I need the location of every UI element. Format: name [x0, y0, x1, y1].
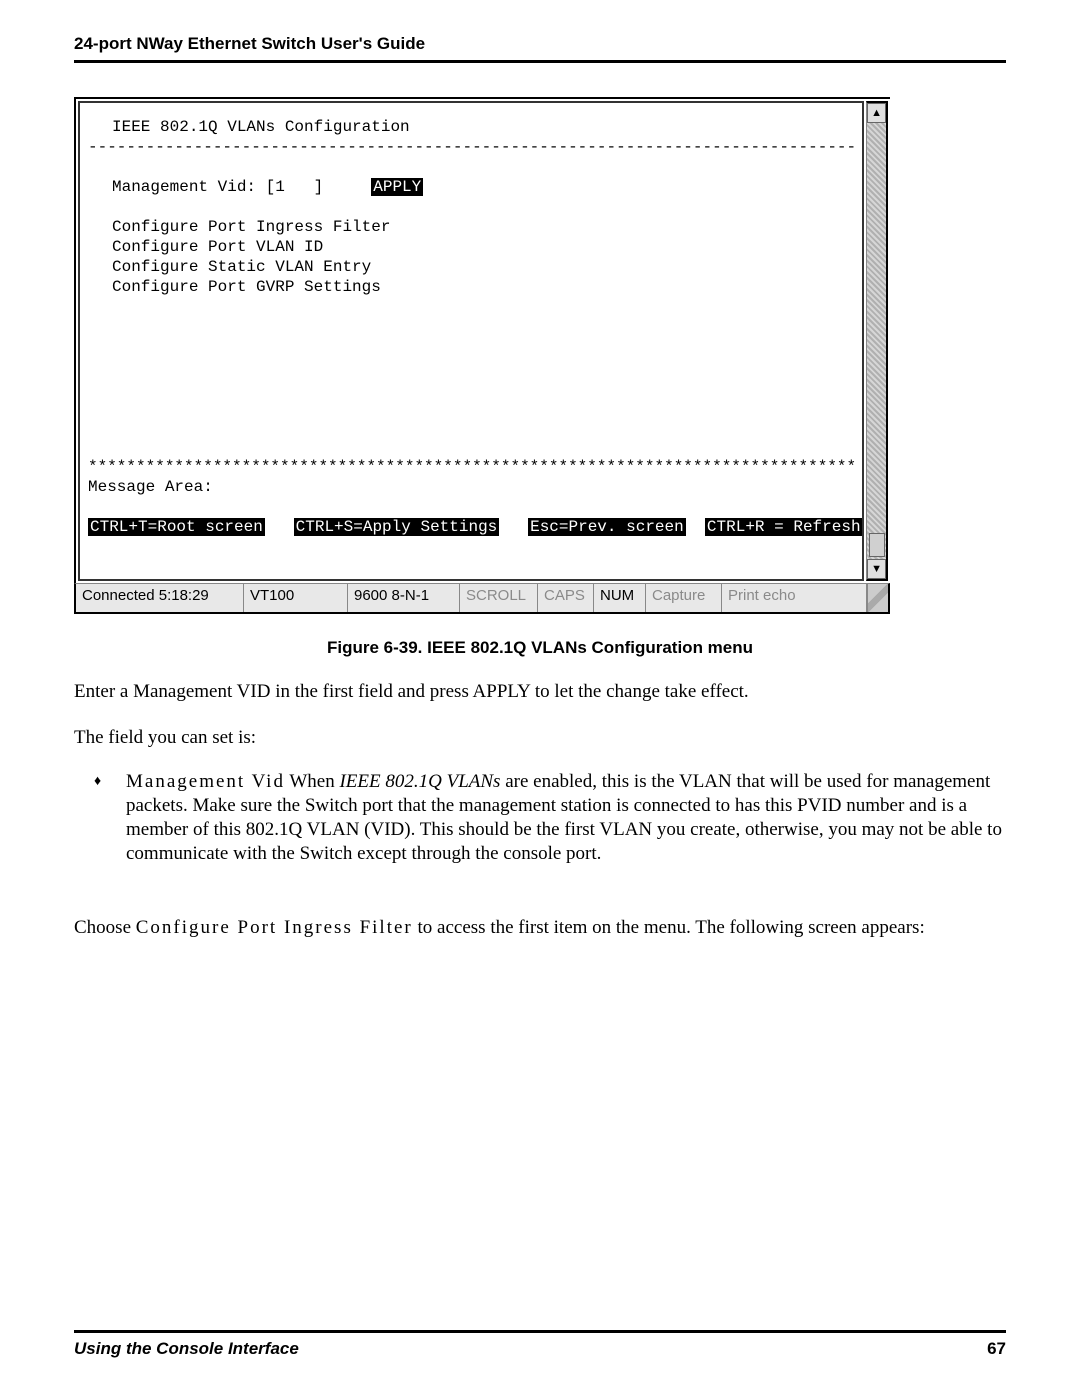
hyperterminal-status-bar: Connected 5:18:29 VT100 9600 8-N-1 SCROL… [74, 583, 890, 614]
bullet-management-vid: Management Vid When IEEE 802.1Q VLANs ar… [104, 770, 1006, 866]
status-caps: CAPS [538, 584, 594, 612]
status-capture: Capture [646, 584, 722, 612]
apply-button[interactable]: APPLY [371, 178, 423, 196]
figure-caption: Figure 6-39. IEEE 802.1Q VLANs Configura… [74, 638, 1006, 658]
menu-item-port-vlan-id[interactable]: Configure Port VLAN ID [84, 237, 858, 257]
paragraph-choose: Choose Configure Port Ingress Filter to … [74, 916, 1006, 940]
management-vid-field[interactable]: Management Vid: [1 ] [112, 178, 323, 196]
status-num: NUM [594, 584, 646, 612]
terminal-text-area: IEEE 802.1Q VLANs Configuration --------… [78, 101, 864, 581]
running-header: 24-port NWay Ethernet Switch User's Guid… [74, 34, 1006, 54]
scroll-up-button[interactable]: ▲ [867, 103, 886, 123]
status-print-echo: Print echo [722, 584, 867, 612]
bullet-text-a: When [285, 771, 340, 792]
triangle-down-icon: ▼ [871, 563, 882, 575]
triangle-up-icon: ▲ [871, 107, 882, 119]
resize-grip-icon[interactable] [867, 584, 888, 612]
footer-section: Using the Console Interface [74, 1339, 299, 1359]
terminal-divider: ----------------------------------------… [84, 137, 858, 157]
header-rule [74, 60, 1006, 63]
hint-root-screen: CTRL+T=Root screen [88, 518, 265, 536]
terminal-screenshot: IEEE 802.1Q VLANs Configuration --------… [74, 97, 890, 614]
status-serial: 9600 8-N-1 [348, 584, 460, 612]
terminal-hint-bar: CTRL+T=Root screen CTRL+S=Apply Settings… [84, 517, 858, 537]
status-scroll: SCROLL [460, 584, 538, 612]
menu-item-static-vlan-entry[interactable]: Configure Static VLAN Entry [84, 257, 858, 277]
page-number: 67 [987, 1339, 1006, 1359]
management-vid-row: Management Vid: [1 ] APPLY [84, 177, 858, 197]
menu-item-ingress-filter[interactable]: Configure Port Ingress Filter [84, 217, 858, 237]
bullet-emph: IEEE 802.1Q VLANs [339, 771, 500, 792]
terminal-title: IEEE 802.1Q VLANs Configuration [84, 117, 858, 137]
paragraph-field-lead: The field you can set is: [74, 726, 1006, 750]
vertical-scrollbar[interactable]: ▲ ▼ [866, 101, 888, 581]
message-area-label: Message Area: [84, 477, 858, 497]
p3-b: to access the first item on the menu. Th… [413, 917, 925, 938]
scroll-down-button[interactable]: ▼ [867, 559, 886, 579]
p3-a: Choose [74, 917, 136, 938]
scroll-thumb[interactable] [869, 533, 885, 557]
hint-prev-screen: Esc=Prev. screen [528, 518, 686, 536]
footer-rule [74, 1330, 1006, 1333]
page-footer: Using the Console Interface 67 [74, 1330, 1006, 1359]
status-connected: Connected 5:18:29 [76, 584, 244, 612]
bullet-label: Management Vid [126, 771, 285, 792]
hint-apply-settings: CTRL+S=Apply Settings [294, 518, 500, 536]
menu-item-port-gvrp[interactable]: Configure Port GVRP Settings [84, 277, 858, 297]
terminal-star-divider: ****************************************… [84, 457, 858, 477]
paragraph-intro: Enter a Management VID in the first fiel… [74, 680, 1006, 704]
status-emulation: VT100 [244, 584, 348, 612]
p3-emph: Configure Port Ingress Filter [136, 917, 413, 938]
hint-refresh: CTRL+R = Refresh [705, 518, 863, 536]
